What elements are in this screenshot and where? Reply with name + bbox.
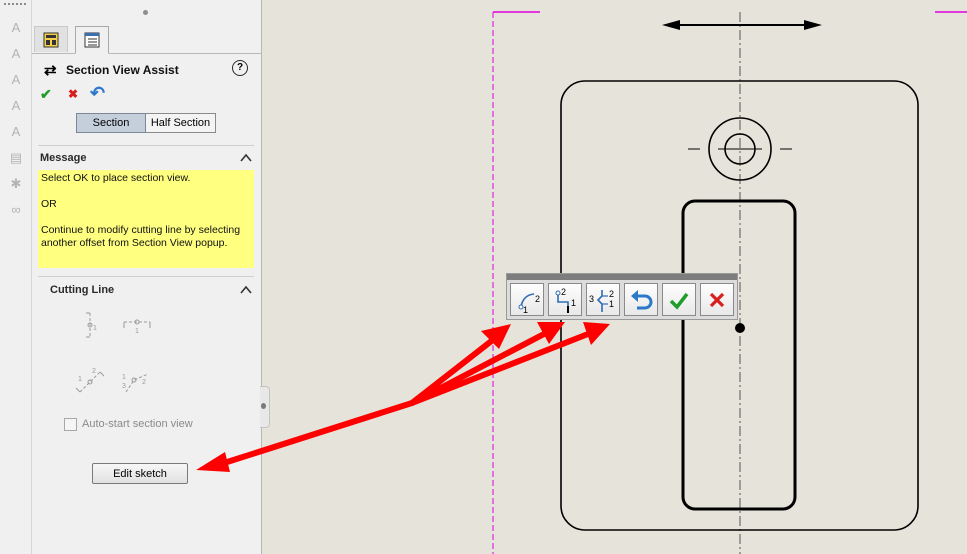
badge-top: 2 <box>609 289 614 299</box>
undo-icon <box>631 289 653 309</box>
help-icon[interactable]: ? <box>232 60 248 76</box>
half-section-option[interactable]: Half Section <box>146 113 216 133</box>
property-manager-panel: ⇄ Section View Assist ? ✔ ✖ ↶ Section Ha… <box>32 0 262 554</box>
badge-left: 3 <box>589 294 594 304</box>
divider <box>38 145 254 146</box>
svg-text:1: 1 <box>122 374 126 381</box>
message-line: OR <box>41 198 57 210</box>
cutting-line-heading: Cutting Line <box>50 284 115 296</box>
message-line: Select OK to place section view. <box>41 172 191 184</box>
arrowhead <box>662 20 680 30</box>
badge-bottom: 1 <box>571 298 576 308</box>
svg-text:1: 1 <box>78 376 82 383</box>
panel-tabs <box>32 26 261 54</box>
note-edit-icon[interactable]: A <box>8 46 24 62</box>
horizontal-cutting-line-icon[interactable]: 1 <box>120 310 154 340</box>
close-icon <box>709 292 725 307</box>
single-offset-icon: 2 1 <box>555 287 576 313</box>
chevron-up-icon[interactable] <box>240 152 252 164</box>
surface-finish-icon[interactable]: ✱ <box>8 176 24 192</box>
checkmark-icon <box>669 292 689 310</box>
message-section-header[interactable]: Message <box>40 152 254 170</box>
auto-start-label: Auto-start section view <box>82 418 193 430</box>
section-option[interactable]: Section <box>76 113 146 133</box>
cancel-button[interactable] <box>700 283 734 316</box>
cancel-button[interactable]: ✖ <box>68 87 78 101</box>
vertical-cutting-line-icon[interactable]: 1 <box>76 310 110 340</box>
svg-text:1: 1 <box>135 328 139 335</box>
chevron-up-icon[interactable] <box>240 284 252 296</box>
tab-configuration-list[interactable] <box>75 26 109 54</box>
arrowhead <box>804 20 822 30</box>
auto-start-row: Auto-start section view <box>64 416 193 432</box>
badge-top: 2 <box>561 287 566 297</box>
note-layer-icon[interactable]: A <box>8 124 24 140</box>
cutting-line-section-header[interactable]: Cutting Line <box>50 284 254 302</box>
printer-icon[interactable]: ▤ <box>8 150 24 166</box>
cursor-point <box>735 323 745 333</box>
badge-bottom: 2 <box>535 294 540 304</box>
divider <box>38 276 254 277</box>
notch-offset-button[interactable]: 3 2 1 <box>586 283 620 316</box>
ok-button[interactable] <box>662 283 696 316</box>
single-offset-button[interactable]: 2 1 <box>548 283 582 316</box>
badge-bottom: 1 <box>609 299 614 309</box>
message-line: Continue to modify cutting line by selec… <box>41 224 241 249</box>
panel-grip[interactable] <box>143 10 148 15</box>
arc-offset-icon: 2 1 <box>518 292 540 314</box>
section-view-icon: ⇄ <box>44 62 57 79</box>
panel-title: Section View Assist <box>66 63 179 77</box>
edit-sketch-button[interactable]: Edit sketch <box>92 463 188 484</box>
note-alt-icon[interactable]: A <box>8 72 24 88</box>
section-type-toggle: Section Half Section <box>76 113 216 133</box>
strip-grip[interactable] <box>4 3 26 7</box>
ok-button[interactable]: ✔ <box>40 86 52 103</box>
badge-left: 1 <box>523 305 528 314</box>
svg-text:2: 2 <box>142 379 146 386</box>
configuration-list-icon <box>84 32 100 48</box>
svg-text:2: 2 <box>92 368 96 375</box>
svg-text:3: 3 <box>122 383 126 390</box>
auto-start-checkbox[interactable] <box>64 417 77 431</box>
note-icon[interactable]: A <box>8 20 24 36</box>
notch-offset-icon: 3 2 1 <box>589 289 614 312</box>
command-icon-strip: A A A A A ▤ ✱ ∞ <box>0 0 32 554</box>
slot-outline <box>681 199 797 511</box>
message-heading: Message <box>40 152 87 164</box>
popup-grip[interactable] <box>507 274 737 280</box>
link-icon[interactable]: ∞ <box>8 202 24 218</box>
property-manager-icon <box>43 32 59 47</box>
section-view-popup: 2 1 2 1 3 2 1 <box>506 273 738 320</box>
undo-button[interactable] <box>624 283 658 316</box>
arc-offset-button[interactable]: 2 1 <box>510 283 544 316</box>
auxiliary-cutting-line-icon[interactable]: 1 2 <box>74 366 108 396</box>
undo-button[interactable]: ↶ <box>90 83 105 104</box>
tab-property-manager[interactable] <box>34 26 68 52</box>
panel-title-row: ⇄ Section View Assist ? <box>44 60 254 80</box>
aligned-cutting-line-icon[interactable]: 1 3 2 <box>120 366 154 396</box>
svg-text:1: 1 <box>93 325 97 332</box>
note-stack-icon[interactable]: A <box>8 98 24 114</box>
message-box: Select OK to place section view. OR Cont… <box>38 170 254 268</box>
